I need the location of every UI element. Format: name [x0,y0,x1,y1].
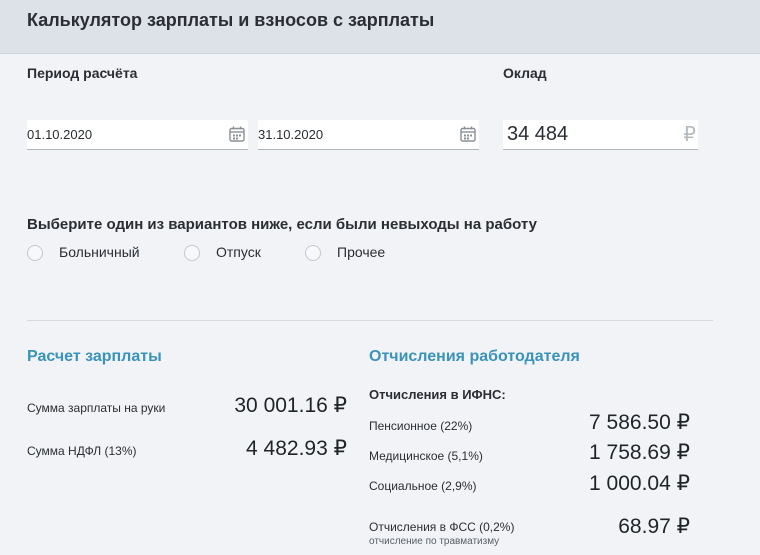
radio-vacation[interactable] [184,245,200,261]
medical-amount: 1 758.69 ₽ [589,441,690,464]
absence-prompt: Выберите один из вариантов ниже, если бы… [27,216,537,233]
salary-value: 34 484 [507,123,569,145]
social-amount: 1 000.04 ₽ [589,472,690,495]
page-title: Калькулятор зарплаты и взносов с зарплат… [27,10,435,30]
end-date-field[interactable]: 31.10.2020 [258,120,479,150]
pension-label: Пенсионное (22%) [369,419,473,433]
radio-other[interactable] [305,245,321,261]
net-salary-amount: 30 001.16 ₽ [234,394,347,417]
social-label: Социальное (2,9%) [369,479,477,493]
calendar-icon[interactable] [228,125,246,143]
fss-sublabel: отчисление по травматизму [369,536,500,547]
net-salary-label: Сумма зарплаты на руки [27,401,166,415]
salary-input[interactable]: 34 484 ₽ [503,120,698,150]
salary-calc-title: Расчет зарплаты [27,348,162,365]
ndfl-amount: 4 482.93 ₽ [246,437,347,460]
radio-other-label[interactable]: Прочее [337,244,385,260]
period-label: Период расчёта [27,65,138,81]
employer-title: Отчисления работодателя [369,348,580,365]
salary-label: Оклад [503,65,547,81]
section-divider [27,320,713,321]
ndfl-label: Сумма НДФЛ (13%) [27,444,137,458]
fss-amount: 68.97 ₽ [618,515,690,538]
radio-sick-leave[interactable] [27,245,43,261]
ruble-sign: ₽ [683,124,696,146]
radio-sick-leave-label[interactable]: Больничный [59,244,140,260]
pension-amount: 7 586.50 ₽ [589,411,690,434]
medical-label: Медицинское (5,1%) [369,449,483,463]
page-header: Калькулятор зарплаты и взносов с зарплат… [0,0,760,54]
radio-vacation-label[interactable]: Отпуск [216,244,261,260]
end-date-value: 31.10.2020 [258,127,324,142]
fss-label: Отчисления в ФСС (0,2%) [369,520,515,534]
start-date-value: 01.10.2020 [27,127,93,142]
calendar-icon[interactable] [459,125,477,143]
start-date-field[interactable]: 01.10.2020 [27,120,248,150]
ifns-title: Отчисления в ИФНС: [369,387,506,402]
